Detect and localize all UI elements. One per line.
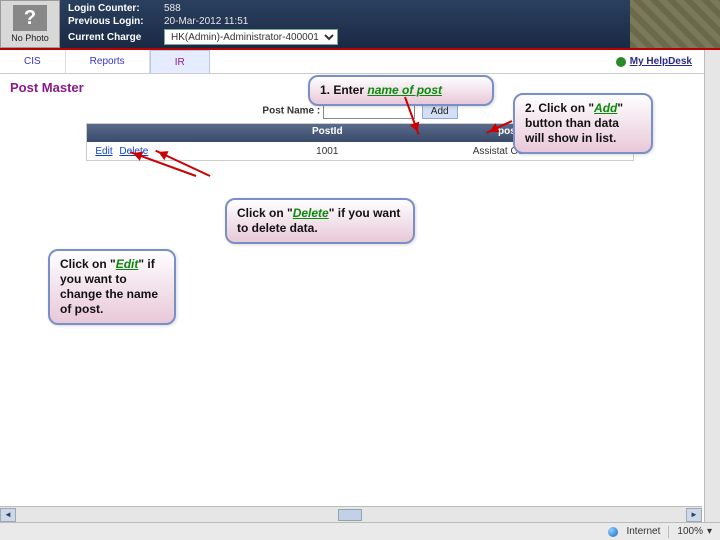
previous-login-value: 20-Mar-2012 11:51 [164, 16, 248, 27]
col-postid: PostId [240, 124, 414, 142]
current-charge-label: Current Charge [68, 32, 158, 43]
scroll-right-button[interactable]: ► [686, 508, 702, 522]
user-info: Login Counter: 588 Previous Login: 20-Ma… [60, 0, 630, 48]
scroll-track[interactable] [16, 509, 686, 521]
help-desk-label: My HelpDesk [630, 56, 692, 67]
callout-delete: Click on "Delete" if you want to delete … [225, 198, 415, 244]
user-photo-placeholder: ? No Photo [0, 0, 60, 48]
cell-postid: 1001 [240, 146, 414, 157]
previous-login-label: Previous Login: [68, 16, 158, 27]
help-icon [616, 57, 626, 67]
login-counter-value: 588 [164, 3, 181, 14]
scroll-left-button[interactable]: ◄ [0, 508, 16, 522]
nav-tabs: CIS Reports IR My HelpDesk [0, 50, 720, 74]
post-name-label: Post Name : [262, 106, 320, 117]
login-counter-label: Login Counter: [68, 3, 158, 14]
internet-label: Internet [626, 526, 660, 537]
vertical-scrollbar[interactable] [704, 50, 720, 522]
no-photo-label: No Photo [11, 33, 49, 43]
callout-click-add: 2. Click on "Add" button than data will … [513, 93, 653, 154]
horizontal-scrollbar[interactable]: ◄ ► [0, 506, 702, 522]
current-charge-select[interactable]: HK(Admin)-Administrator-400001 [164, 29, 338, 45]
banner-image [630, 0, 720, 48]
status-bar: Internet 100% ▾ [0, 522, 720, 540]
tab-cis[interactable]: CIS [0, 50, 66, 73]
tab-ir[interactable]: IR [150, 50, 210, 73]
zoom-control[interactable]: 100% ▾ [677, 526, 712, 537]
internet-icon [608, 527, 618, 537]
zoom-value: 100% [677, 526, 703, 537]
question-icon: ? [13, 5, 47, 31]
edit-link[interactable]: Edit [95, 146, 112, 157]
col-actions [87, 124, 240, 142]
help-desk-link[interactable]: My HelpDesk [616, 56, 692, 67]
tab-reports[interactable]: Reports [66, 50, 150, 73]
callout-enter-name: 1. Enter name of post [308, 75, 494, 106]
callout-edit: Click on "Edit" if you want to change th… [48, 249, 176, 325]
top-banner: ? No Photo Login Counter: 588 Previous L… [0, 0, 720, 48]
scroll-thumb[interactable] [338, 509, 362, 521]
